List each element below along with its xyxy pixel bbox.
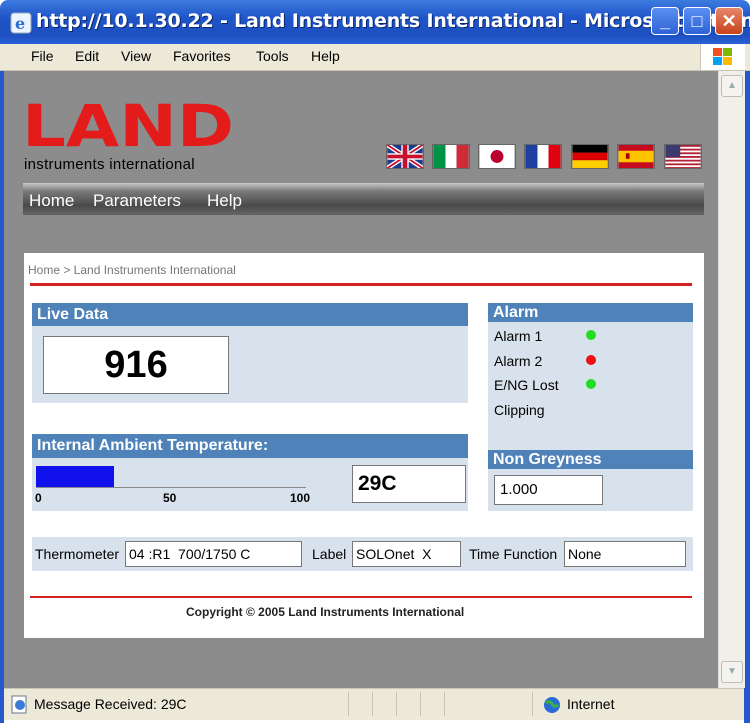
vertical-scrollbar[interactable]: ▲ ▼ — [718, 71, 745, 688]
globe-icon — [544, 697, 560, 713]
breadcrumb[interactable]: Home > Land Instruments International — [28, 263, 236, 277]
nav-home[interactable]: Home — [29, 191, 74, 211]
status-divider — [532, 692, 533, 716]
ambient-temp-bar-track — [36, 466, 306, 488]
status-divider — [372, 692, 373, 716]
status-message: Message Received: 29C — [34, 696, 187, 712]
logo-text: LAND — [22, 100, 234, 150]
menu-favorites[interactable]: Favorites — [173, 48, 231, 64]
eng-lost-label: E/NG Lost — [494, 377, 559, 393]
alarm-1-indicator — [586, 330, 596, 340]
menu-bar: File Edit View Favorites Tools Help — [0, 44, 750, 71]
menu-help[interactable]: Help — [311, 48, 340, 64]
minimize-button[interactable]: _ — [651, 7, 679, 35]
non-greyness-title: Non Greyness — [488, 450, 693, 469]
live-data-title: Live Data — [32, 303, 468, 326]
maximize-button[interactable]: □ — [683, 7, 711, 35]
alarm-2-indicator — [586, 355, 596, 365]
windows-logo-icon — [700, 44, 745, 70]
alarm-title: Alarm — [488, 303, 693, 322]
france-flag[interactable] — [524, 144, 562, 169]
close-icon: ✕ — [721, 11, 737, 31]
time-function-label: Time Function — [469, 546, 558, 562]
svg-text:e: e — [15, 14, 25, 33]
label-field: SOLOnet X — [352, 541, 461, 567]
scroll-down-icon[interactable]: ▼ — [721, 661, 743, 683]
ambient-temp-title: Internal Ambient Temperature: — [32, 434, 468, 458]
alarm-1-label: Alarm 1 — [494, 328, 543, 344]
status-divider — [348, 692, 349, 716]
status-divider — [444, 692, 445, 716]
maximize-icon: □ — [691, 11, 703, 31]
nav-parameters[interactable]: Parameters — [93, 191, 181, 211]
menu-edit[interactable]: Edit — [75, 48, 99, 64]
status-divider — [396, 692, 397, 716]
header-divider — [30, 283, 692, 286]
spain-flag[interactable] — [617, 144, 655, 169]
clipping-label: Clipping — [494, 402, 545, 418]
close-button[interactable]: ✕ — [715, 7, 743, 35]
internet-explorer-icon: e — [10, 12, 32, 34]
time-function-field: None — [564, 541, 686, 567]
menu-view[interactable]: View — [121, 48, 151, 64]
status-divider — [420, 692, 421, 716]
label-label: Label — [312, 546, 347, 562]
scale-label-50: 50 — [163, 491, 177, 505]
minimize-icon: _ — [659, 11, 670, 31]
main-nav: Home Parameters Help — [23, 183, 704, 215]
scroll-up-icon[interactable]: ▲ — [721, 75, 743, 97]
menu-file[interactable]: File — [31, 48, 54, 64]
germany-flag[interactable] — [571, 144, 609, 169]
thermometer-label: Thermometer — [35, 546, 120, 562]
window-title: http://10.1.30.22 - Land Instruments Int… — [36, 10, 750, 32]
eng-lost-indicator — [586, 379, 596, 389]
scale-label-100: 100 — [290, 491, 311, 505]
copyright: Copyright © 2005 Land Instruments Intern… — [186, 605, 465, 619]
live-data-value: 916 — [43, 336, 229, 394]
ambient-temp-value: 29C — [352, 465, 466, 503]
ambient-temp-bar-fill — [36, 466, 115, 487]
uk-flag[interactable] — [386, 144, 424, 169]
italy-flag[interactable] — [432, 144, 470, 169]
window-title-bar[interactable]: e http://10.1.30.22 - Land Instruments I… — [0, 0, 750, 44]
status-bar: Message Received: 29C Internet — [4, 688, 744, 720]
usa-flag[interactable] — [664, 144, 702, 169]
land-logo: LAND — [22, 100, 234, 150]
scale-label-0: 0 — [35, 491, 42, 505]
footer-divider — [30, 596, 692, 598]
menu-tools[interactable]: Tools — [256, 48, 289, 64]
brand-subtitle: instruments international — [24, 156, 195, 173]
non-greyness-value: 1.000 — [494, 475, 603, 505]
japan-flag[interactable] — [478, 144, 516, 169]
thermometer-field: 04 :R1 700/1750 C — [125, 541, 302, 567]
alarm-2-label: Alarm 2 — [494, 353, 543, 369]
page-icon — [11, 695, 27, 714]
zone-label: Internet — [567, 696, 615, 712]
nav-help[interactable]: Help — [207, 191, 242, 211]
